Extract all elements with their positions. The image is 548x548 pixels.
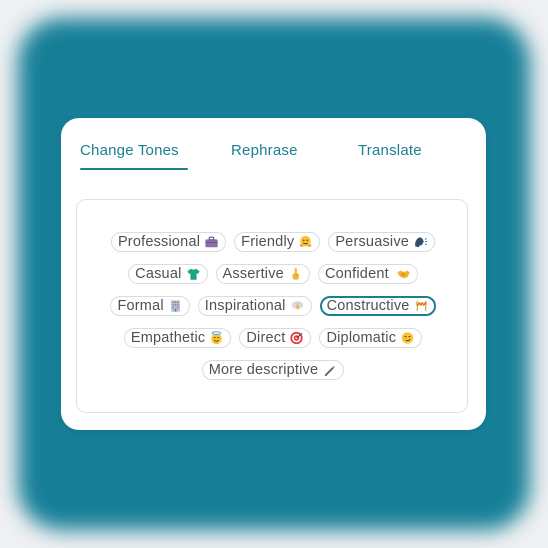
chip-label: More descriptive — [208, 362, 319, 378]
chip-label: Confident — [324, 266, 389, 282]
hugging-face-icon — [299, 235, 312, 247]
tshirt-icon — [186, 268, 200, 280]
chip-label: Professional — [117, 234, 201, 250]
lightning-cloud-icon — [291, 301, 303, 312]
tab-change-tones[interactable]: Change Tones — [80, 142, 179, 159]
chip-label: Casual — [135, 266, 182, 282]
office-building-icon — [170, 300, 180, 312]
tone-chip-confident[interactable]: Confident — [317, 264, 418, 284]
chip-label: Diplomatic — [326, 330, 397, 346]
tone-chip-empathetic[interactable]: Empathetic — [123, 328, 232, 348]
chip-label: Inspirational — [204, 298, 286, 314]
tone-row: Formal Inspirational Constructive — [77, 296, 469, 316]
tone-chip-more-descriptive[interactable]: More descriptive — [201, 360, 345, 380]
tone-row: Empathetic Direct Diplomatic — [77, 328, 469, 348]
tone-chip-friendly[interactable]: Friendly — [234, 232, 321, 252]
tone-card: Change Tones Rephrase Translate Professi… — [61, 118, 486, 430]
tone-row: Professional Friendly Persuasive — [77, 232, 469, 252]
pencil-icon — [324, 365, 336, 377]
tone-chip-inspirational[interactable]: Inspirational — [197, 296, 312, 316]
chip-label: Empathetic — [130, 330, 206, 346]
tone-chip-direct[interactable]: Direct — [239, 328, 312, 348]
tone-chip-assertive[interactable]: Assertive — [215, 264, 310, 284]
tone-chip-formal[interactable]: Formal — [110, 296, 190, 316]
active-tab-indicator — [80, 168, 188, 170]
tone-row: More descriptive — [77, 360, 469, 380]
tab-bar: Change Tones Rephrase Translate — [61, 118, 486, 178]
chip-label: Assertive — [222, 266, 284, 282]
tone-chip-diplomatic[interactable]: Diplomatic — [319, 328, 423, 348]
tone-row: Casual Assertive Confident — [77, 264, 469, 284]
tone-options-panel: Professional Friendly Persuasive Casual … — [76, 199, 468, 413]
tone-chip-persuasive[interactable]: Persuasive — [328, 232, 436, 252]
chip-label: Formal — [117, 298, 164, 314]
briefcase-icon — [205, 236, 218, 248]
chip-label: Friendly — [241, 234, 295, 250]
construction-icon — [415, 300, 427, 312]
smirk-face-icon — [401, 332, 414, 344]
target-icon — [290, 331, 304, 345]
smiling-halo-icon — [211, 331, 223, 345]
pointing-finger-icon — [292, 267, 299, 280]
tab-rephrase[interactable]: Rephrase — [231, 142, 298, 159]
tone-chip-casual[interactable]: Casual — [128, 264, 208, 284]
tab-translate[interactable]: Translate — [358, 142, 422, 159]
tone-chip-constructive[interactable]: Constructive — [319, 296, 436, 316]
chip-label: Persuasive — [335, 234, 410, 250]
handshake-icon — [397, 270, 410, 279]
tone-chip-professional[interactable]: Professional — [110, 232, 227, 252]
speaking-head-icon — [415, 237, 428, 248]
chip-label: Direct — [246, 330, 286, 346]
chip-label: Constructive — [326, 298, 410, 314]
